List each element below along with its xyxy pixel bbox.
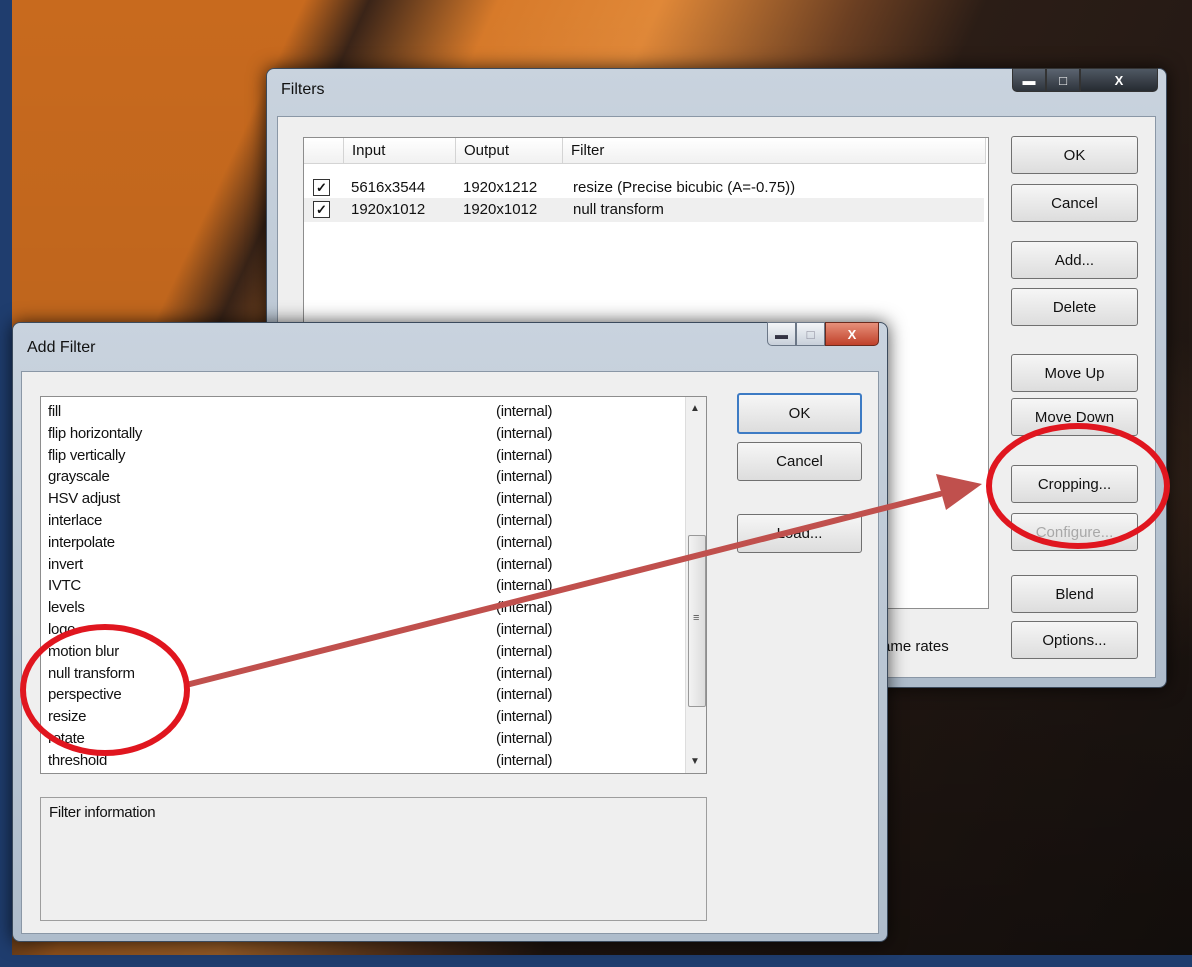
close-button[interactable]: X [825, 322, 879, 346]
filter-information-box: Filter information [40, 797, 707, 921]
scroll-thumb[interactable]: ≡ [688, 535, 706, 707]
row-output: 1920x1012 [463, 201, 538, 218]
filter-name: flip vertically [48, 446, 126, 464]
filter-source: (internal) [496, 751, 553, 769]
filter-catalog-item[interactable]: invert (internal) [41, 556, 681, 576]
column-header-filter[interactable]: Filter [563, 138, 986, 164]
filter-source: (internal) [496, 446, 553, 464]
cancel-button[interactable]: Cancel [737, 442, 862, 481]
maximize-button[interactable]: □ [796, 322, 825, 346]
filters-caption-buttons: ▬ □ X [1012, 68, 1158, 92]
add-button[interactable]: Add... [1011, 241, 1138, 279]
filter-source: (internal) [496, 468, 553, 486]
filter-source: (internal) [496, 424, 553, 442]
filter-name: flip horizontally [48, 424, 143, 442]
filter-source: (internal) [496, 512, 553, 529]
enable-checkbox[interactable]: ✓ [313, 201, 330, 218]
filter-name: grayscale [48, 468, 110, 486]
filter-name: interpolate [48, 533, 115, 551]
scroll-up-arrow-icon[interactable]: ▲ [690, 403, 700, 414]
grip-icon: ≡ [693, 612, 700, 624]
filter-information-label: Filter information [49, 804, 156, 821]
filter-catalog-item[interactable]: flip horizontally (internal) [41, 425, 681, 445]
filter-name: HSV adjust [48, 490, 121, 508]
close-button[interactable]: X [1080, 68, 1158, 92]
filter-catalog-item[interactable]: interlace (internal) [41, 512, 681, 532]
filter-source: (internal) [496, 490, 553, 508]
filter-catalog-item[interactable]: IVTC (internal) [41, 577, 681, 597]
filter-name: interlace [48, 512, 102, 529]
filter-source: (internal) [496, 533, 553, 551]
options-button[interactable]: Options... [1011, 621, 1138, 659]
minimize-button[interactable]: ▬ [1012, 68, 1046, 92]
filter-source: (internal) [496, 730, 553, 747]
ok-button[interactable]: OK [1011, 136, 1138, 174]
filter-source: (internal) [496, 642, 553, 660]
add-filter-caption-buttons: ▬ □ X [767, 322, 879, 346]
move-up-button[interactable]: Move Up [1011, 354, 1138, 392]
row-input: 5616x3544 [351, 179, 426, 196]
filter-source: (internal) [496, 621, 553, 638]
load-button[interactable]: Load... [737, 514, 862, 553]
minimize-button[interactable]: ▬ [767, 322, 796, 346]
filters-window-title: Filters [281, 81, 325, 98]
filter-catalog-item[interactable]: interpolate (internal) [41, 534, 681, 554]
filter-source: (internal) [496, 577, 553, 595]
maximize-button[interactable]: □ [1046, 68, 1080, 92]
filter-name: fill [48, 403, 61, 420]
show-frame-rates-label: ame rates [882, 638, 949, 655]
filter-row[interactable]: ✓ 1920x1012 1920x1012 null transform [304, 198, 984, 222]
filter-name: levels [48, 599, 85, 617]
filter-source: (internal) [496, 686, 553, 704]
filter-row[interactable]: ✓ 5616x3544 1920x1212 resize (Precise bi… [304, 176, 984, 200]
blend-button[interactable]: Blend [1011, 575, 1138, 613]
scroll-down-arrow-icon[interactable]: ▼ [690, 756, 700, 767]
column-header-input[interactable]: Input [344, 138, 456, 164]
cancel-button[interactable]: Cancel [1011, 184, 1138, 222]
row-filter: null transform [573, 201, 664, 218]
filter-catalog-item[interactable]: threshold (internal) [41, 752, 681, 772]
filter-source: (internal) [496, 403, 553, 420]
filter-name: IVTC [48, 577, 81, 595]
filter-name: invert [48, 555, 83, 573]
filter-source: (internal) [496, 555, 553, 573]
filter-catalog-item[interactable]: HSV adjust (internal) [41, 490, 681, 510]
highlight-ellipse-null-transform [20, 624, 190, 756]
row-input: 1920x1012 [351, 201, 426, 218]
row-output: 1920x1212 [463, 179, 538, 196]
filter-catalog-item[interactable]: levels (internal) [41, 599, 681, 619]
filter-catalog-item[interactable]: flip vertically (internal) [41, 447, 681, 467]
column-header-output[interactable]: Output [456, 138, 563, 164]
filter-source: (internal) [496, 664, 553, 682]
filter-catalog-item[interactable]: fill (internal) [41, 403, 681, 423]
list-scrollbar[interactable]: ▲ ≡ ▼ [685, 397, 706, 773]
filter-source: (internal) [496, 599, 553, 617]
delete-button[interactable]: Delete [1011, 288, 1138, 326]
column-header-check[interactable] [304, 138, 344, 164]
ok-button[interactable]: OK [737, 393, 862, 434]
add-filter-window-title: Add Filter [27, 339, 96, 356]
filter-source: (internal) [496, 708, 553, 726]
highlight-ellipse-cropping [986, 423, 1170, 549]
filter-catalog-item[interactable]: grayscale (internal) [41, 468, 681, 488]
enable-checkbox[interactable]: ✓ [313, 179, 330, 196]
row-filter: resize (Precise bicubic (A=-0.75)) [573, 179, 796, 196]
